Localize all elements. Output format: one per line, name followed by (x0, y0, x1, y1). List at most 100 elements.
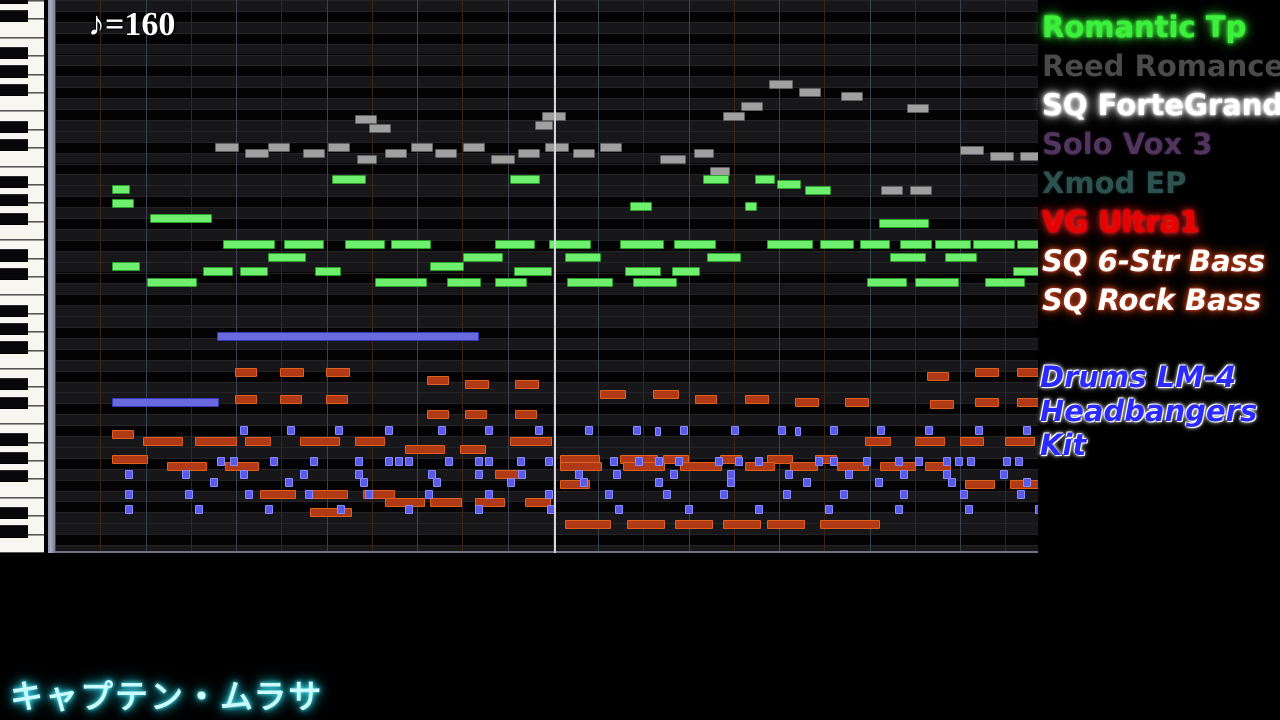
note-drum[interactable] (975, 426, 983, 435)
note-drum[interactable] (507, 478, 515, 487)
note-drum[interactable] (485, 426, 493, 435)
note-drum[interactable] (580, 478, 588, 487)
note-drum[interactable] (615, 505, 623, 514)
track-label-4[interactable]: Xmod EP (1042, 168, 1186, 198)
note-drum[interactable] (877, 426, 885, 435)
piano-black-key[interactable] (0, 341, 28, 354)
note-melody[interactable] (707, 253, 741, 262)
note-drum[interactable] (245, 490, 253, 499)
note-melody[interactable] (630, 202, 652, 211)
note-bass[interactable] (960, 437, 984, 446)
note-drum[interactable] (613, 470, 621, 479)
note-drum[interactable] (830, 426, 838, 435)
note-drum[interactable] (1035, 505, 1038, 514)
note-bass[interactable] (465, 380, 489, 389)
note-melody[interactable] (112, 262, 140, 271)
note-drum[interactable] (675, 457, 683, 466)
note-gray[interactable] (545, 143, 569, 152)
note-gray[interactable] (741, 102, 763, 111)
note-melody[interactable] (315, 267, 341, 276)
note-melody[interactable] (633, 278, 677, 287)
note-melody[interactable] (150, 214, 212, 223)
note-melody[interactable] (240, 267, 268, 276)
piano-black-key[interactable] (0, 378, 28, 391)
note-drum[interactable] (535, 426, 543, 435)
note-drum[interactable] (605, 490, 613, 499)
note-drum[interactable] (518, 470, 526, 479)
note-drum[interactable] (803, 478, 811, 487)
note-melody[interactable] (495, 278, 527, 287)
track-label-6[interactable]: SQ 6-Str Bass (1042, 246, 1265, 276)
note-bass[interactable] (975, 368, 999, 377)
note-bass[interactable] (1017, 368, 1038, 377)
note-melody[interactable] (345, 240, 385, 249)
track-label-1[interactable]: Reed Romance (1042, 51, 1280, 81)
note-drum[interactable] (125, 470, 133, 479)
note-bass[interactable] (745, 395, 769, 404)
note-bass[interactable] (405, 445, 445, 454)
note-melody[interactable] (767, 240, 813, 249)
note-drum[interactable] (727, 478, 735, 487)
note-gray[interactable] (907, 104, 929, 113)
piano-black-key[interactable] (0, 120, 28, 133)
piano-black-key[interactable] (0, 47, 28, 60)
note-melody[interactable] (625, 267, 661, 276)
note-drum[interactable] (395, 457, 403, 466)
note-drum[interactable] (895, 457, 903, 466)
note-melody[interactable] (375, 278, 427, 287)
note-drum[interactable] (875, 478, 883, 487)
piano-black-key[interactable] (0, 249, 28, 262)
note-bass[interactable] (600, 390, 626, 399)
note-bass[interactable] (865, 437, 891, 446)
piano-black-key[interactable] (0, 451, 28, 464)
note-drum[interactable] (840, 490, 848, 499)
note-drum[interactable] (310, 457, 318, 466)
note-grid[interactable] (55, 0, 1038, 553)
note-gray[interactable] (990, 152, 1014, 161)
note-bass[interactable] (235, 368, 257, 377)
note-melody[interactable] (900, 240, 932, 249)
note-drum[interactable] (948, 478, 956, 487)
piano-black-key[interactable] (0, 10, 28, 23)
note-drum[interactable] (965, 505, 973, 514)
note-drum[interactable] (943, 457, 951, 466)
note-bass[interactable] (260, 490, 296, 499)
note-bass[interactable] (510, 437, 552, 446)
note-bass[interactable] (143, 437, 183, 446)
note-melody[interactable] (860, 240, 890, 249)
note-gray[interactable] (491, 155, 515, 164)
note-melody[interactable] (332, 175, 366, 184)
note-gray[interactable] (518, 149, 540, 158)
note-bass[interactable] (653, 390, 679, 399)
note-bass[interactable] (675, 520, 713, 529)
note-melody[interactable] (495, 240, 535, 249)
note-drum[interactable] (360, 478, 368, 487)
note-gray[interactable] (841, 92, 863, 101)
note-gray[interactable] (303, 149, 325, 158)
note-drum[interactable] (900, 470, 908, 479)
note-bass[interactable] (1017, 398, 1038, 407)
note-gray[interactable] (463, 143, 485, 152)
piano-black-key[interactable] (0, 433, 28, 446)
piano-black-key[interactable] (0, 525, 28, 538)
note-gray[interactable] (1020, 152, 1038, 161)
note-drum[interactable] (125, 505, 133, 514)
piano-black-key[interactable] (0, 304, 28, 317)
note-drum[interactable] (955, 457, 963, 466)
note-gray[interactable] (411, 143, 433, 152)
note-melody[interactable] (935, 240, 971, 249)
note-bass[interactable] (427, 410, 449, 419)
note-drum[interactable] (285, 478, 293, 487)
note-melody[interactable] (147, 278, 197, 287)
note-bass[interactable] (723, 520, 761, 529)
note-drum[interactable] (210, 478, 218, 487)
note-drum[interactable] (925, 426, 933, 435)
note-melody[interactable] (672, 267, 700, 276)
note-gray[interactable] (660, 155, 686, 164)
note-drum[interactable] (585, 426, 593, 435)
note-melody[interactable] (510, 175, 540, 184)
note-melody[interactable] (620, 240, 664, 249)
note-bass[interactable] (430, 498, 462, 507)
piano-black-key[interactable] (0, 194, 28, 207)
note-melody[interactable] (565, 253, 601, 262)
